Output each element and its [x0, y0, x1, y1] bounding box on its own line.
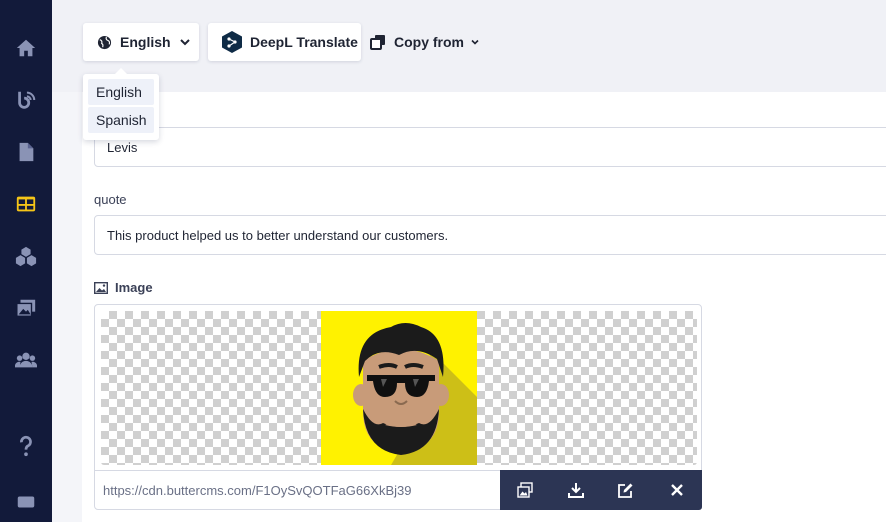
image-label-text: Image [115, 280, 153, 295]
edit-image-button[interactable] [616, 480, 636, 500]
image-field-label: Image [94, 280, 153, 295]
quote-value: This product helped us to better underst… [107, 227, 449, 243]
copy-from-label: Copy from [394, 34, 464, 50]
page-icon[interactable] [14, 140, 38, 164]
deepl-translate-button[interactable]: DeepL Translate [208, 23, 361, 61]
deepl-label: DeepL Translate [250, 34, 358, 50]
locale-select-button[interactable]: English [83, 23, 199, 61]
home-icon[interactable] [14, 36, 38, 60]
download-button[interactable] [566, 480, 586, 500]
image-icon [94, 281, 108, 294]
locale-option-spanish[interactable]: Spanish [88, 107, 154, 133]
image-url-value: https://cdn.buttercms.com/F1OySvQOTFaG66… [103, 483, 412, 498]
chat-icon[interactable] [14, 490, 38, 514]
locale-dropdown: English Spanish [83, 68, 159, 140]
deepl-logo-icon [222, 31, 242, 53]
avatar-image [321, 311, 477, 465]
edit-icon [618, 483, 633, 498]
help-icon[interactable] [14, 434, 38, 458]
name-value: Levis [107, 139, 138, 155]
media-library-icon [517, 482, 533, 498]
components-icon[interactable] [14, 244, 38, 268]
quote-field[interactable]: This product helped us to better underst… [94, 215, 886, 255]
chevron-down-icon [179, 39, 190, 46]
copy-from-button[interactable]: Copy from [370, 23, 480, 61]
media-icon[interactable] [14, 296, 38, 320]
media-library-button[interactable] [515, 480, 535, 500]
remove-image-button[interactable] [667, 480, 687, 500]
download-icon [567, 483, 584, 498]
users-icon[interactable] [14, 348, 38, 372]
image-preview[interactable] [101, 311, 697, 465]
chevron-down-icon [471, 39, 479, 45]
sidebar [0, 0, 52, 522]
image-field: https://cdn.buttercms.com/F1OySvQOTFaG66… [94, 304, 702, 510]
locale-option-english[interactable]: English [88, 79, 154, 105]
blog-icon[interactable] [14, 88, 38, 112]
image-url-field[interactable]: https://cdn.buttercms.com/F1OySvQOTFaG66… [95, 470, 500, 510]
locale-label: English [120, 34, 171, 50]
image-actions-toolbar [500, 470, 702, 510]
quote-label: quote [94, 192, 127, 207]
close-icon [670, 484, 683, 496]
name-field[interactable]: Levis [94, 127, 886, 167]
collections-icon[interactable] [14, 192, 38, 216]
globe-icon [97, 35, 112, 49]
copy-icon [370, 35, 385, 50]
